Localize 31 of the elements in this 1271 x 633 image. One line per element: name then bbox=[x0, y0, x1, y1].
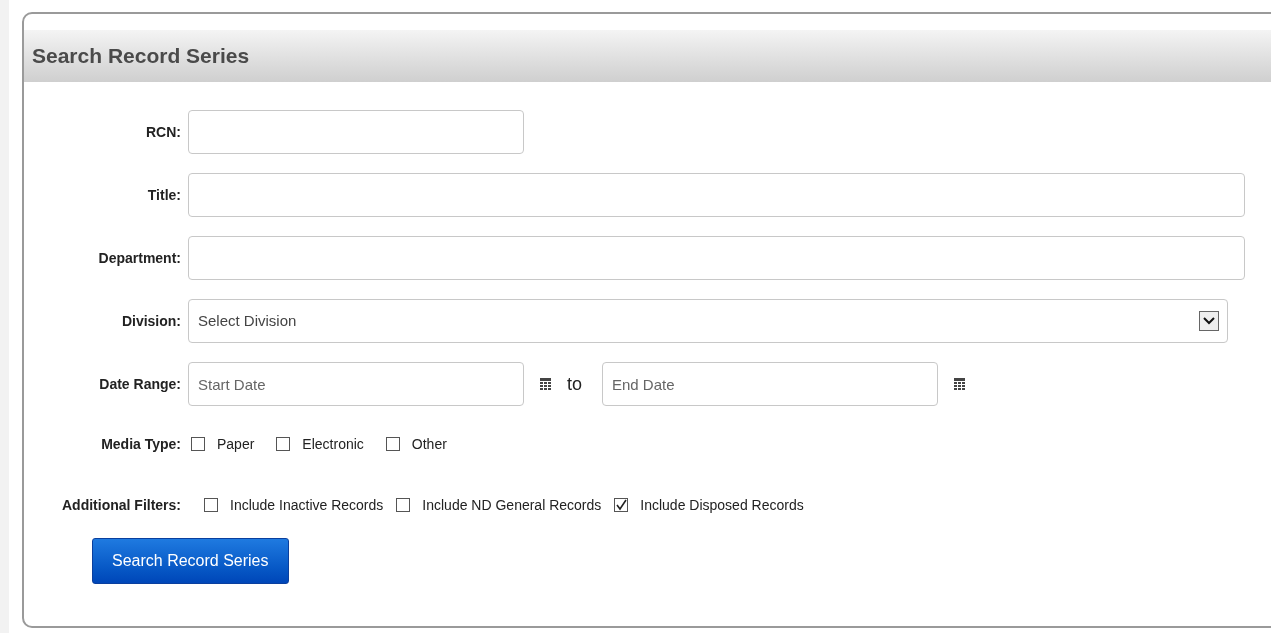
division-dropdown[interactable]: Select Division bbox=[188, 299, 1228, 343]
panel-title: Search Record Series bbox=[32, 43, 250, 70]
checkbox[interactable] bbox=[191, 437, 205, 451]
field-label: Date Range: bbox=[99, 374, 181, 394]
checkbox[interactable] bbox=[276, 437, 291, 451]
checkbox[interactable] bbox=[614, 498, 629, 512]
checkbox-label: Include Inactive Records bbox=[230, 495, 384, 515]
field-label: RCN: bbox=[146, 122, 181, 142]
checkbox[interactable] bbox=[396, 498, 411, 512]
checkbox-label: Include ND General Records bbox=[422, 495, 602, 515]
search-button[interactable]: Search Record Series bbox=[92, 538, 289, 584]
checkbox[interactable] bbox=[204, 498, 218, 512]
text-field[interactable] bbox=[188, 110, 524, 154]
checkbox-label: Include Disposed Records bbox=[640, 495, 804, 515]
field-label: Additional Filters: bbox=[62, 495, 181, 515]
checkbox-label: Electronic bbox=[302, 434, 364, 454]
checkbox-label: Paper bbox=[217, 434, 255, 454]
field-label: Division: bbox=[121, 311, 181, 331]
text-field[interactable] bbox=[188, 236, 1245, 280]
chevron-down-icon bbox=[1199, 311, 1219, 331]
checkbox[interactable] bbox=[385, 437, 400, 451]
checkbox-label: Other bbox=[411, 434, 447, 454]
range-separator: to bbox=[567, 372, 582, 396]
field-label: Title: bbox=[147, 185, 181, 205]
start-date-field[interactable]: Start Date bbox=[188, 362, 524, 406]
calendar-icon[interactable] bbox=[540, 378, 551, 390]
text-field[interactable] bbox=[188, 173, 1245, 217]
field-label: Media Type: bbox=[101, 434, 181, 454]
calendar-icon[interactable] bbox=[954, 378, 965, 390]
field-label: Department: bbox=[98, 248, 181, 268]
end-date-field[interactable]: End Date bbox=[602, 362, 938, 406]
